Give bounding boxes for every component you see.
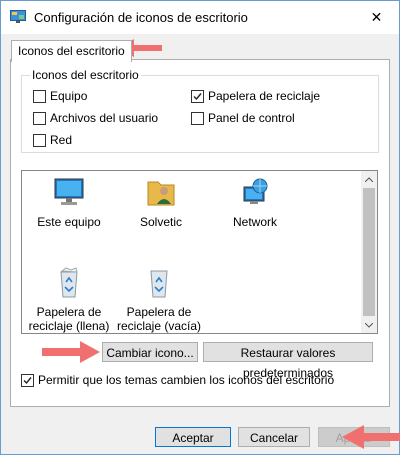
scroll-thumb[interactable] bbox=[363, 188, 375, 316]
annotation-arrow-icon bbox=[42, 341, 100, 363]
close-button[interactable]: ✕ bbox=[354, 1, 399, 33]
window-title: Configuración de iconos de escritorio bbox=[34, 10, 248, 25]
icon-list[interactable]: Este equipo Solvetic Network Papelera de… bbox=[21, 170, 378, 334]
scroll-down-button[interactable] bbox=[361, 317, 377, 333]
icon-item-network[interactable]: Network bbox=[212, 177, 298, 229]
vertical-scrollbar[interactable] bbox=[361, 171, 377, 333]
annotation-arrow-icon bbox=[342, 425, 400, 449]
check-mark-icon bbox=[193, 92, 202, 100]
icon-label-line1: Papelera de bbox=[126, 305, 192, 319]
groupbox-title: Iconos del escritorio bbox=[30, 68, 141, 82]
checkbox-box[interactable] bbox=[191, 111, 204, 125]
icon-item-este-equipo[interactable]: Este equipo bbox=[26, 177, 112, 229]
desktop-settings-icon bbox=[10, 10, 26, 24]
user-folder-icon bbox=[147, 181, 175, 206]
network-icon bbox=[243, 178, 268, 204]
icon-label-line2: reciclaje (vacía) bbox=[116, 319, 202, 333]
icon-label-line1: Papelera de bbox=[36, 305, 102, 319]
chevron-up-icon bbox=[365, 176, 373, 182]
tab-iconos-del-escritorio[interactable]: Iconos del escritorio bbox=[11, 40, 132, 62]
icon-item-papelera-vacia[interactable]: Papelera de reciclaje (vacía) bbox=[116, 267, 202, 333]
icon-label: Este equipo bbox=[37, 215, 101, 229]
icon-label: Network bbox=[232, 215, 277, 229]
checkbox-label: Papelera de reciclaje bbox=[208, 89, 321, 103]
check-mark-icon bbox=[23, 376, 32, 384]
checkbox-label: Permitir que los temas cambien los icono… bbox=[38, 373, 335, 387]
close-icon: ✕ bbox=[370, 8, 383, 25]
title-bar: Configuración de iconos de escritorio ✕ bbox=[1, 1, 399, 34]
checkbox-box[interactable] bbox=[33, 133, 46, 147]
checkbox-equipo[interactable]: Equipo bbox=[33, 89, 87, 103]
checkbox-papelera[interactable]: Papelera de reciclaje bbox=[191, 89, 320, 103]
icon-label: Solvetic bbox=[139, 215, 183, 229]
icon-item-solvetic[interactable]: Solvetic bbox=[118, 177, 204, 229]
checkbox-panel-control[interactable]: Panel de control bbox=[191, 111, 295, 125]
checkbox-archivos-usuario[interactable]: Archivos del usuario bbox=[33, 111, 158, 125]
computer-icon bbox=[54, 178, 84, 205]
checkbox-label: Panel de control bbox=[208, 111, 295, 125]
scroll-up-button[interactable] bbox=[361, 171, 377, 187]
restore-defaults-button[interactable]: Restaurar valores predeterminados bbox=[203, 342, 373, 380]
checkbox-box[interactable] bbox=[33, 89, 46, 103]
checkbox-box[interactable] bbox=[191, 89, 204, 103]
checkbox-red[interactable]: Red bbox=[33, 133, 72, 147]
icon-item-papelera-llena[interactable]: Papelera de reciclaje (llena) bbox=[26, 267, 112, 333]
checkbox-label: Archivos del usuario bbox=[50, 111, 159, 125]
checkbox-label: Red bbox=[50, 133, 73, 147]
change-icon-button[interactable]: Cambiar icono... bbox=[102, 342, 198, 362]
accept-button[interactable]: Aceptar bbox=[155, 427, 231, 447]
icon-label-line2: reciclaje (llena) bbox=[28, 319, 110, 333]
checkbox-allow-themes[interactable]: Permitir que los temas cambien los icono… bbox=[21, 373, 334, 387]
checkbox-label: Equipo bbox=[50, 89, 88, 103]
recycle-bin-empty-icon bbox=[150, 270, 168, 298]
checkbox-box[interactable] bbox=[21, 373, 34, 387]
chevron-down-icon bbox=[365, 322, 373, 328]
recycle-bin-full-icon bbox=[60, 267, 78, 298]
checkbox-box[interactable] bbox=[33, 111, 46, 125]
cancel-button[interactable]: Cancelar bbox=[238, 427, 310, 447]
